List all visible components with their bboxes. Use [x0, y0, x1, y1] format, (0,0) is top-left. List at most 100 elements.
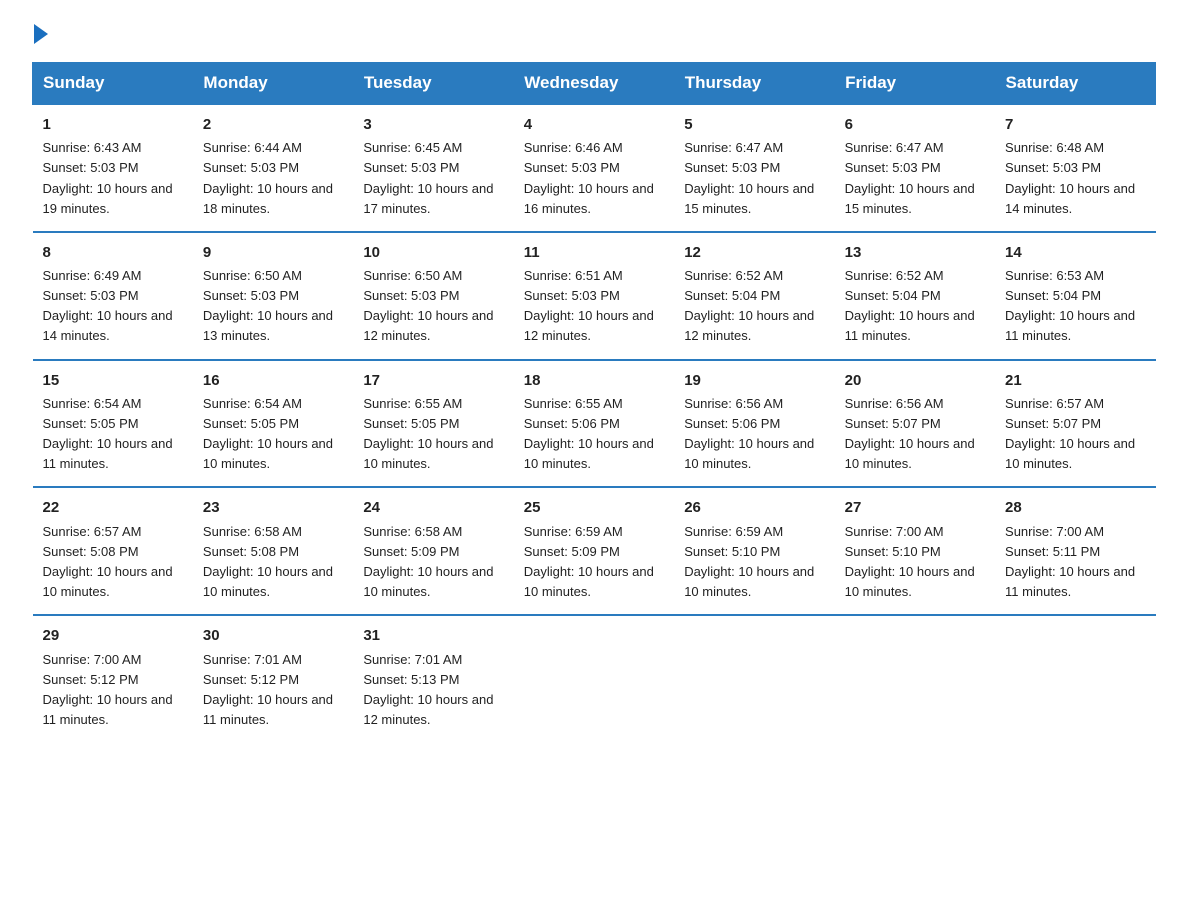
calendar-week-row: 29Sunrise: 7:00 AMSunset: 5:12 PMDayligh…	[33, 615, 1156, 742]
day-number: 1	[43, 113, 183, 136]
sunrise-text: Sunrise: 6:54 AM	[43, 396, 142, 411]
calendar-cell: 13Sunrise: 6:52 AMSunset: 5:04 PMDayligh…	[835, 232, 995, 360]
sunrise-text: Sunrise: 6:51 AM	[524, 268, 623, 283]
calendar-cell: 6Sunrise: 6:47 AMSunset: 5:03 PMDaylight…	[835, 104, 995, 232]
day-number: 8	[43, 241, 183, 264]
logo-triangle-icon	[34, 24, 48, 44]
day-number: 29	[43, 624, 183, 647]
calendar-cell	[995, 615, 1155, 742]
calendar-cell: 19Sunrise: 6:56 AMSunset: 5:06 PMDayligh…	[674, 360, 834, 488]
day-number: 27	[845, 496, 985, 519]
day-number: 22	[43, 496, 183, 519]
daylight-text: Daylight: 10 hours and 10 minutes.	[845, 436, 975, 471]
calendar-cell: 21Sunrise: 6:57 AMSunset: 5:07 PMDayligh…	[995, 360, 1155, 488]
sunrise-text: Sunrise: 6:59 AM	[684, 524, 783, 539]
weekday-header-thursday: Thursday	[674, 63, 834, 105]
day-number: 23	[203, 496, 343, 519]
calendar-cell: 5Sunrise: 6:47 AMSunset: 5:03 PMDaylight…	[674, 104, 834, 232]
weekday-header-wednesday: Wednesday	[514, 63, 674, 105]
sunrise-text: Sunrise: 6:52 AM	[845, 268, 944, 283]
day-number: 18	[524, 369, 664, 392]
calendar-cell: 25Sunrise: 6:59 AMSunset: 5:09 PMDayligh…	[514, 487, 674, 615]
sunset-text: Sunset: 5:03 PM	[43, 160, 139, 175]
calendar-week-row: 22 Sunrise: 6:57 AM Sunset: 5:08 PM Dayligh…	[33, 487, 1156, 615]
daylight-text: Daylight: 10 hours and 18 minutes.	[203, 181, 333, 216]
sunset-text: Sunset: 5:08 PM	[203, 544, 299, 559]
sunset-text: Sunset: 5:03 PM	[1005, 160, 1101, 175]
sunrise-text: Sunrise: 6:57 AM	[43, 524, 142, 539]
sunrise-text: Sunrise: 6:47 AM	[845, 140, 944, 155]
day-number: 20	[845, 369, 985, 392]
calendar-cell: 30Sunrise: 7:01 AMSunset: 5:12 PMDayligh…	[193, 615, 353, 742]
sunrise-text: Sunrise: 6:57 AM	[1005, 396, 1104, 411]
daylight-text: Daylight: 10 hours and 10 minutes.	[363, 564, 493, 599]
calendar-cell: 22Sunrise: 6:57 AMSunset: 5:08 PMDayligh…	[33, 487, 193, 615]
sunrise-text: Sunrise: 6:48 AM	[1005, 140, 1104, 155]
day-number: 4	[524, 113, 664, 136]
sunrise-text: Sunrise: 6:56 AM	[684, 396, 783, 411]
daylight-text: Daylight: 10 hours and 11 minutes.	[1005, 308, 1135, 343]
day-number: 26	[684, 496, 824, 519]
sunrise-text: Sunrise: 6:44 AM	[203, 140, 302, 155]
weekday-header-friday: Friday	[835, 63, 995, 105]
daylight-text: Daylight: 10 hours and 10 minutes.	[363, 436, 493, 471]
daylight-text: Daylight: 10 hours and 10 minutes.	[1005, 436, 1135, 471]
day-number: 10	[363, 241, 503, 264]
sunrise-text: Sunrise: 6:46 AM	[524, 140, 623, 155]
sunrise-text: Sunrise: 6:49 AM	[43, 268, 142, 283]
sunset-text: Sunset: 5:05 PM	[43, 416, 139, 431]
calendar-table: SundayMondayTuesdayWednesdayThursdayFrid…	[32, 62, 1156, 742]
day-number: 14	[1005, 241, 1145, 264]
daylight-text: Daylight: 10 hours and 17 minutes.	[363, 181, 493, 216]
sunrise-text: Sunrise: 7:00 AM	[1005, 524, 1104, 539]
sunrise-text: Sunrise: 6:58 AM	[363, 524, 462, 539]
calendar-cell: 23 Sunrise: 6:58 AM Sunset: 5:08 PM Dayligh…	[193, 487, 353, 615]
sunset-text: Sunset: 5:09 PM	[524, 544, 620, 559]
sunset-text: Sunset: 5:06 PM	[524, 416, 620, 431]
calendar-cell: 15Sunrise: 6:54 AMSunset: 5:05 PMDayligh…	[33, 360, 193, 488]
calendar-cell: 8Sunrise: 6:49 AMSunset: 5:03 PMDaylight…	[33, 232, 193, 360]
day-number: 16	[203, 369, 343, 392]
sunrise-text: Sunrise: 6:54 AM	[203, 396, 302, 411]
sunset-text: Sunset: 5:12 PM	[203, 672, 299, 687]
calendar-cell: 11Sunrise: 6:51 AMSunset: 5:03 PMDayligh…	[514, 232, 674, 360]
daylight-text: Daylight: 10 hours and 12 minutes.	[363, 692, 493, 727]
weekday-header-saturday: Saturday	[995, 63, 1155, 105]
calendar-cell: 2Sunrise: 6:44 AMSunset: 5:03 PMDaylight…	[193, 104, 353, 232]
calendar-cell: 10Sunrise: 6:50 AMSunset: 5:03 PMDayligh…	[353, 232, 513, 360]
calendar-cell	[835, 615, 995, 742]
calendar-cell: 1Sunrise: 6:43 AMSunset: 5:03 PMDaylight…	[33, 104, 193, 232]
sunrise-text: Sunrise: 6:59 AM	[524, 524, 623, 539]
daylight-text: Daylight: 10 hours and 11 minutes.	[845, 308, 975, 343]
sunset-text: Sunset: 5:10 PM	[684, 544, 780, 559]
sunset-text: Sunset: 5:07 PM	[845, 416, 941, 431]
calendar-cell: 16Sunrise: 6:54 AMSunset: 5:05 PMDayligh…	[193, 360, 353, 488]
calendar-cell	[514, 615, 674, 742]
weekday-header-monday: Monday	[193, 63, 353, 105]
sunrise-text: Sunrise: 7:01 AM	[363, 652, 462, 667]
day-number: 11	[524, 241, 664, 264]
daylight-text: Daylight: 10 hours and 11 minutes.	[43, 436, 173, 471]
day-number: 13	[845, 241, 985, 264]
sunset-text: Sunset: 5:03 PM	[43, 288, 139, 303]
daylight-text: Daylight: 10 hours and 10 minutes.	[203, 564, 333, 599]
sunset-text: Sunset: 5:03 PM	[203, 288, 299, 303]
calendar-cell: 4Sunrise: 6:46 AMSunset: 5:03 PMDaylight…	[514, 104, 674, 232]
sunset-text: Sunset: 5:13 PM	[363, 672, 459, 687]
sunset-text: Sunset: 5:03 PM	[203, 160, 299, 175]
daylight-text: Daylight: 10 hours and 11 minutes.	[43, 692, 173, 727]
sunrise-text: Sunrise: 6:58 AM	[203, 524, 302, 539]
daylight-text: Daylight: 10 hours and 19 minutes.	[43, 181, 173, 216]
day-number: 3	[363, 113, 503, 136]
sunset-text: Sunset: 5:05 PM	[363, 416, 459, 431]
day-number: 24	[363, 496, 503, 519]
sunset-text: Sunset: 5:11 PM	[1005, 544, 1100, 559]
daylight-text: Daylight: 10 hours and 10 minutes.	[845, 564, 975, 599]
calendar-cell: 20Sunrise: 6:56 AMSunset: 5:07 PMDayligh…	[835, 360, 995, 488]
sunset-text: Sunset: 5:09 PM	[363, 544, 459, 559]
daylight-text: Daylight: 10 hours and 12 minutes.	[363, 308, 493, 343]
day-number: 19	[684, 369, 824, 392]
day-number: 9	[203, 241, 343, 264]
daylight-text: Daylight: 10 hours and 16 minutes.	[524, 181, 654, 216]
sunset-text: Sunset: 5:04 PM	[1005, 288, 1101, 303]
